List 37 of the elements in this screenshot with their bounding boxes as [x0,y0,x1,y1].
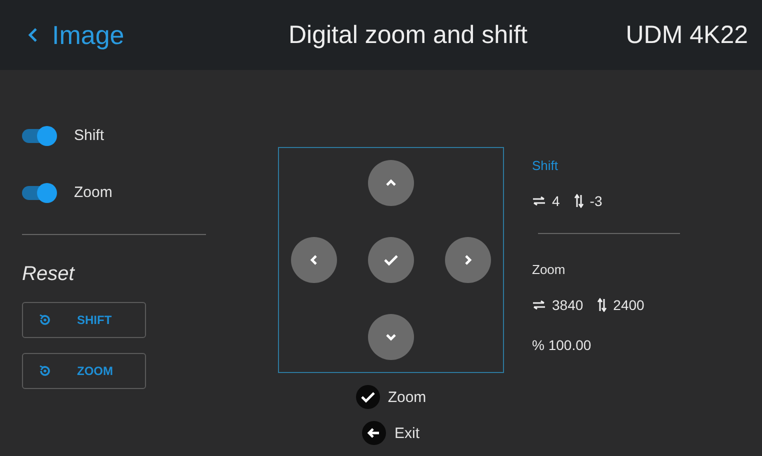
hint-label: Exit [394,424,420,442]
reading-value: 2400 [613,297,644,313]
chevron-icon [463,254,473,266]
back-chevron-icon [28,27,38,43]
chevron-icon [385,178,397,188]
vertical-arrows-icon [574,194,584,208]
reset-icon [39,314,51,326]
reading-value: -3 [590,193,602,209]
horizontal-arrows-icon [532,196,546,206]
toggle-label: Zoom [74,184,112,201]
zoom-percent: % 100.00 [532,337,592,353]
reading-value: 4 [552,193,560,209]
hint-label: Zoom [388,388,426,406]
section-title: Zoom [532,262,566,277]
back-button[interactable]: Image [28,20,228,50]
arrow-button[interactable] [291,237,337,283]
vertical-arrows-icon [597,298,608,312]
reset-button[interactable]: ZOOM [22,353,146,389]
reset-button[interactable]: SHIFT [22,302,146,338]
confirm-button[interactable] [368,237,414,283]
arrow-button[interactable] [368,160,414,206]
reading-value: 3840 [552,297,584,313]
checkmark-icon [383,252,399,268]
arrow-button[interactable] [445,237,491,283]
section-title: Shift [532,158,560,173]
horizontal-arrows-icon [532,300,546,310]
checkmark-icon [356,385,380,409]
reset-heading: Reset [22,263,76,286]
toggle-label: Shift [74,127,104,144]
toggle-switch[interactable] [22,128,54,142]
arrow-button[interactable] [368,314,414,360]
chevron-icon [309,254,319,266]
device-model: UDM 4K22 [624,20,748,50]
reset-icon [39,365,51,377]
toggle-switch[interactable] [22,186,54,200]
chevron-icon [385,332,397,342]
page-title: Digital zoom and shift [287,20,528,50]
